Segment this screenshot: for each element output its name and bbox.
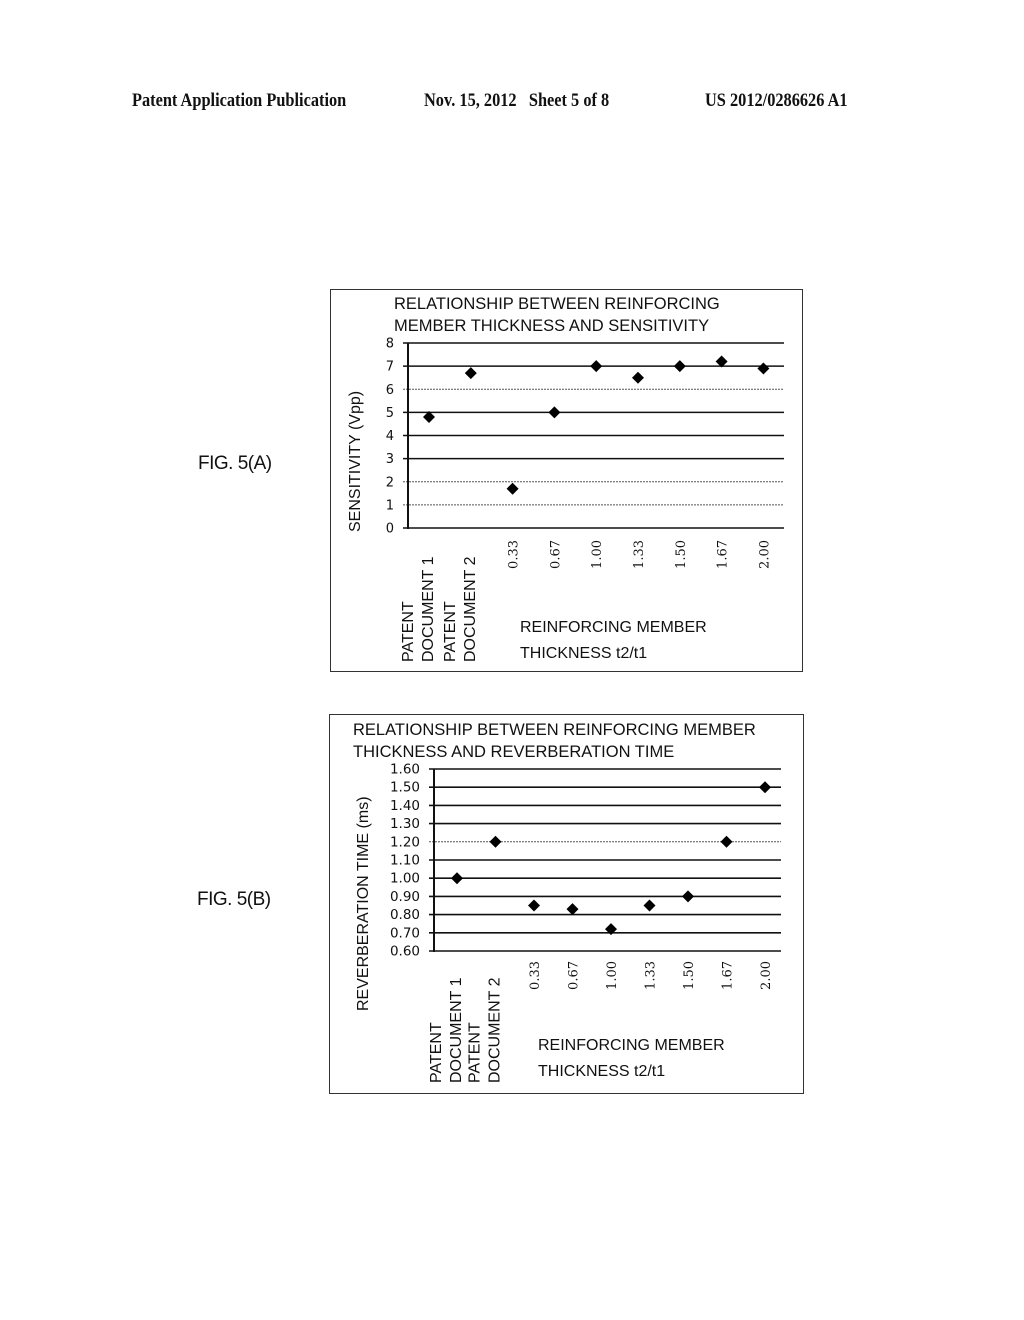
x-tick-label: DOCUMENT 2	[462, 556, 479, 662]
x-tick-label: PATENT	[442, 601, 459, 662]
y-tick-label: 0.90	[390, 889, 420, 905]
header-publication: Patent Application Publication	[132, 90, 347, 111]
y-tick-label: 1.10	[390, 853, 420, 869]
header-patent-number: US 2012/0286626 A1	[705, 90, 848, 111]
data-point	[590, 360, 603, 373]
y-tick-label: 7	[386, 360, 394, 375]
x-tick-label: 0.33	[507, 540, 522, 569]
x-tick-label: 1.50	[682, 961, 697, 990]
header-date-sheet: Nov. 15, 2012 Sheet 5 of 8	[424, 90, 610, 111]
y-tick-label: 1.40	[390, 798, 420, 814]
x-axis-label-line-2: THICKNESS t2/t1	[520, 645, 648, 662]
chart-sensitivity: RELATIONSHIP BETWEEN REINFORCING MEMBER …	[330, 289, 803, 672]
x-tick-label: DOCUMENT 1	[448, 977, 465, 1083]
x-axis-label-line-1: REINFORCING MEMBER	[538, 1037, 725, 1054]
data-point	[720, 835, 733, 848]
y-tick-label: 5	[386, 406, 394, 421]
x-tick-label: DOCUMENT 2	[487, 977, 504, 1083]
data-point	[489, 835, 502, 848]
x-tick-label: 1.00	[605, 961, 620, 990]
plot-area: 012345678PATENT DOCUMENT 1 PATENT DOCUMENT …	[386, 337, 784, 662]
y-tick-label: 2	[386, 475, 394, 490]
data-point	[757, 362, 770, 375]
x-tick-label: 0.67	[548, 540, 563, 569]
x-tick-label: 1.50	[674, 540, 689, 569]
x-axis-label: REINFORCING MEMBER THICKNESS t2/t1	[538, 1033, 725, 1085]
y-tick-label: 1.30	[390, 816, 420, 832]
x-tick-label: 0.67	[567, 961, 582, 990]
x-tick-label: DOCUMENT 1	[420, 556, 437, 662]
figure-label-5b: FIG. 5(B)	[197, 889, 271, 910]
data-point	[566, 903, 579, 916]
x-axis-label-line-2: THICKNESS t2/t1	[538, 1063, 666, 1080]
y-tick-label: 1	[386, 498, 394, 513]
x-tick-label: PATENT	[428, 1022, 445, 1083]
y-tick-label: 3	[386, 452, 394, 467]
data-point	[548, 406, 561, 419]
y-tick-label: 1.60	[390, 762, 420, 778]
x-tick-label: 1.33	[632, 540, 647, 569]
y-tick-label: 0.80	[390, 907, 420, 923]
y-tick-label: 0	[386, 522, 394, 537]
data-point	[464, 367, 477, 380]
data-point	[682, 890, 694, 903]
data-point	[506, 482, 519, 495]
x-tick-label: 1.67	[716, 540, 731, 569]
x-axis-label-line-1: REINFORCING MEMBER	[520, 619, 707, 636]
data-point	[673, 360, 686, 373]
x-tick-label: PATENT	[400, 601, 417, 662]
x-tick-label: PATENT	[467, 1022, 484, 1083]
x-axis-label: REINFORCING MEMBER THICKNESS t2/t1	[520, 615, 707, 667]
y-tick-label: 0.70	[390, 925, 420, 941]
chart-reverberation: RELATIONSHIP BETWEEN REINFORCING MEMBER …	[329, 714, 804, 1094]
y-tick-label: 1.20	[390, 834, 420, 850]
x-tick-label: 1.00	[590, 540, 605, 569]
y-tick-label: 8	[386, 337, 394, 352]
x-tick-label: 0.33	[528, 961, 543, 990]
data-point	[643, 899, 656, 912]
x-tick-label: 1.67	[721, 961, 736, 990]
data-point	[528, 899, 540, 912]
y-tick-label: 4	[386, 429, 394, 444]
y-tick-label: 0.60	[390, 944, 420, 960]
figure-label-5a: FIG. 5(A)	[198, 453, 272, 474]
y-tick-label: 1.00	[390, 871, 420, 887]
x-tick-label: 2.00	[759, 961, 774, 990]
y-tick-label: 6	[386, 383, 394, 398]
x-tick-label: 1.33	[644, 961, 659, 990]
data-point	[451, 872, 463, 885]
y-tick-label: 1.50	[390, 780, 420, 796]
data-point	[632, 371, 644, 384]
x-tick-label: 2.00	[757, 540, 772, 569]
data-point	[759, 781, 771, 794]
